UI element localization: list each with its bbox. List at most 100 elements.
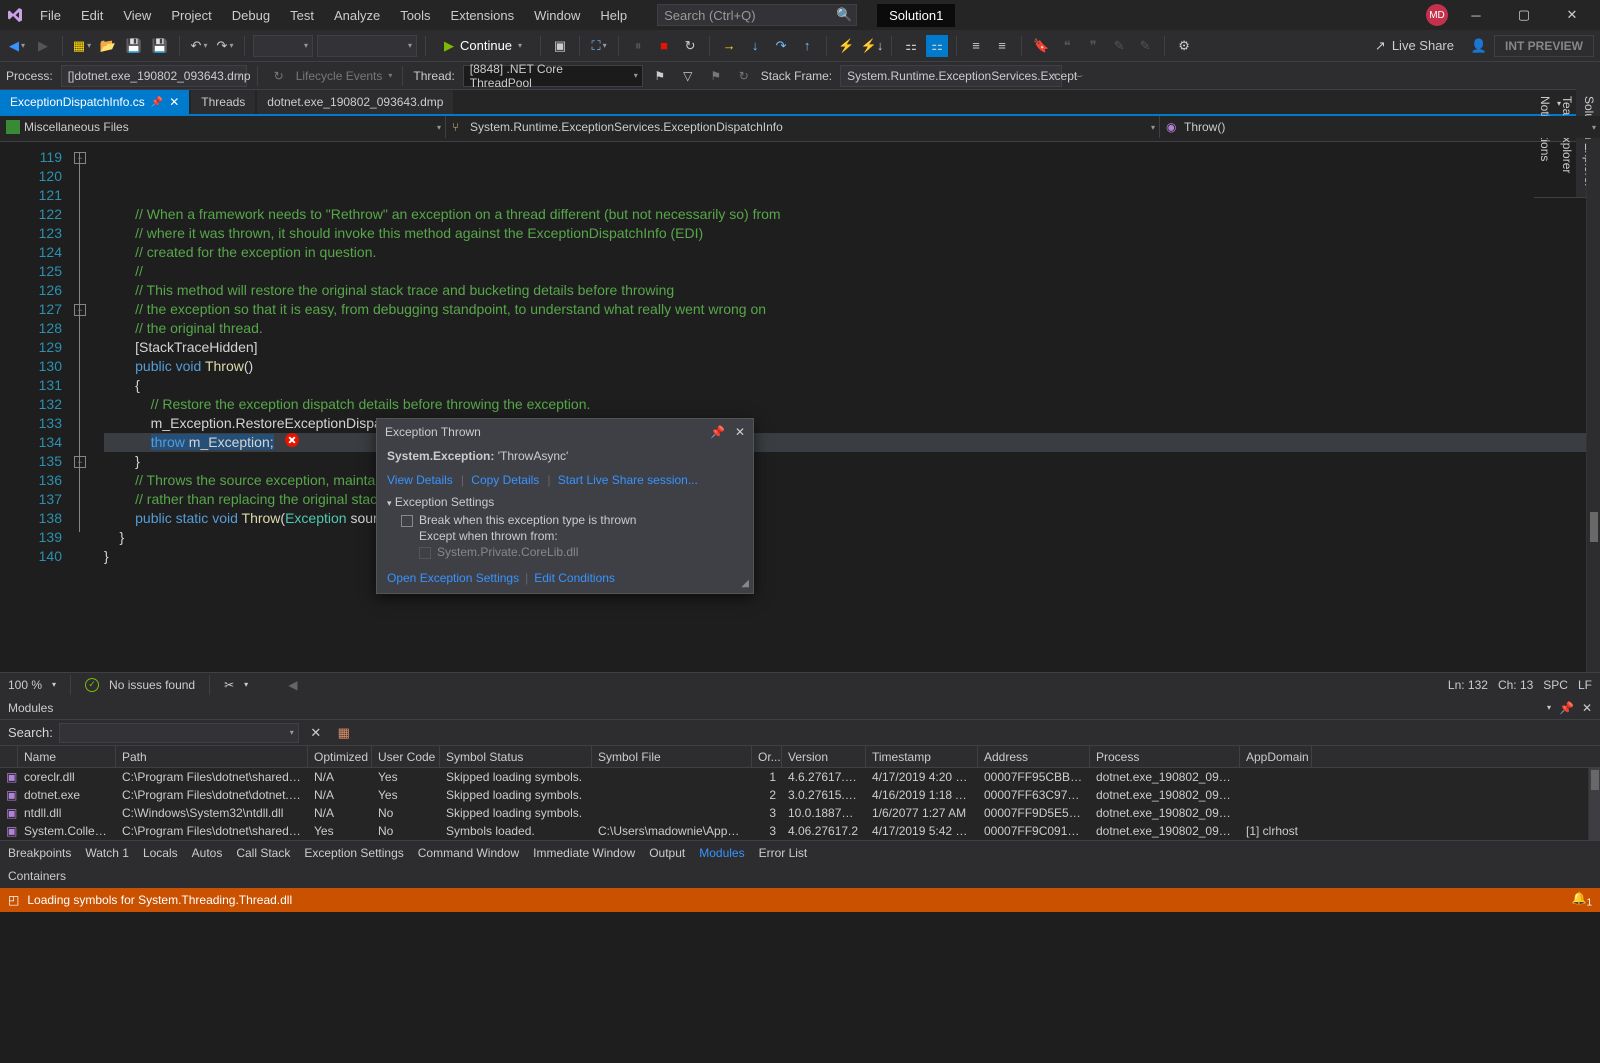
outline-collapse-icon[interactable]: − bbox=[74, 304, 86, 316]
bottom-tab-call-stack[interactable]: Call Stack bbox=[236, 846, 290, 860]
columns-button[interactable]: ▦ bbox=[333, 722, 355, 744]
code-editor[interactable]: 1191201211221231241251261271281291301311… bbox=[0, 142, 1600, 672]
scrollbar-thumb[interactable] bbox=[1590, 512, 1598, 542]
indent-button[interactable]: ≡ bbox=[991, 35, 1013, 57]
liveshare-button[interactable]: ↗ Live Share bbox=[1365, 38, 1464, 54]
uncomment-button[interactable]: ❞ bbox=[1082, 35, 1104, 57]
feedback-button[interactable]: 👤 bbox=[1468, 35, 1490, 57]
modules-columns[interactable]: Name Path Optimized User Code Symbol Sta… bbox=[0, 746, 1600, 768]
doctab-exceptiondispatchinfo[interactable]: ExceptionDispatchInfo.cs 📌 ✕ bbox=[0, 90, 189, 114]
bottom-tab-locals[interactable]: Locals bbox=[143, 846, 178, 860]
menu-view[interactable]: View bbox=[113, 2, 161, 29]
minimize-button[interactable]: ─ bbox=[1456, 0, 1496, 30]
config-combo[interactable] bbox=[253, 35, 313, 57]
step-out-button[interactable]: ↑ bbox=[796, 35, 818, 57]
redo-button[interactable]: ↷ bbox=[214, 35, 236, 57]
module-row[interactable]: ▣ntdll.dllC:\Windows\System32\ntdll.dllN… bbox=[0, 804, 1588, 822]
module-row[interactable]: ▣coreclr.dllC:\Program Files\dotnet\shar… bbox=[0, 768, 1588, 786]
intellitrace-events-button[interactable]: ⚡ bbox=[835, 35, 857, 57]
toolbox-icon[interactable]: ⚙ bbox=[1173, 35, 1195, 57]
bottom-tab-exception-settings[interactable]: Exception Settings bbox=[304, 846, 403, 860]
menu-project[interactable]: Project bbox=[161, 2, 221, 29]
bottom-tab-error-list[interactable]: Error List bbox=[759, 846, 808, 860]
thread-thaw-button[interactable]: ↻ bbox=[733, 65, 755, 87]
menu-extensions[interactable]: Extensions bbox=[441, 2, 525, 29]
vertical-scrollbar[interactable] bbox=[1586, 142, 1600, 672]
bottom-tab-autos[interactable]: Autos bbox=[192, 846, 223, 860]
platform-combo[interactable] bbox=[317, 35, 417, 57]
lifecycle-icon[interactable]: ↻ bbox=[268, 65, 290, 87]
close-icon[interactable]: ✕ bbox=[1582, 701, 1592, 715]
modules-scrollbar[interactable] bbox=[1588, 768, 1600, 840]
module-row[interactable]: ▣dotnet.exeC:\Program Files\dotnet\dotne… bbox=[0, 786, 1588, 804]
format-sel-button[interactable]: ✎ bbox=[1134, 35, 1156, 57]
menu-test[interactable]: Test bbox=[280, 2, 324, 29]
new-project-button[interactable]: ▦ bbox=[71, 35, 93, 57]
menu-debug[interactable]: Debug bbox=[222, 2, 280, 29]
open-exception-settings-link[interactable]: Open Exception Settings bbox=[387, 571, 519, 585]
show-next-statement-button[interactable]: → bbox=[718, 35, 740, 57]
code-content[interactable]: ➤ // When a framework needs to "Rethrow"… bbox=[104, 142, 1586, 672]
thread-combo[interactable]: [8848] .NET Core ThreadPool bbox=[463, 65, 643, 87]
screenshot-button[interactable]: ⛶ bbox=[588, 35, 610, 57]
outline-collapse-icon[interactable]: − bbox=[74, 456, 86, 468]
nav-forward-button[interactable]: ▶ bbox=[32, 35, 54, 57]
window-position-icon[interactable]: ▾ bbox=[1547, 703, 1551, 712]
int-preview-button[interactable]: INT PREVIEW bbox=[1494, 35, 1594, 57]
lineending-indicator[interactable]: LF bbox=[1578, 678, 1592, 692]
thread-filter-button[interactable]: ⚑ bbox=[649, 65, 671, 87]
break-checkbox[interactable] bbox=[401, 515, 413, 527]
hscroll-left-icon[interactable]: ◀ bbox=[288, 678, 297, 692]
bottom-tab-command-window[interactable]: Command Window bbox=[418, 846, 519, 860]
intellitrace-calls-button[interactable]: ⚡↓ bbox=[861, 35, 883, 57]
menu-window[interactable]: Window bbox=[524, 2, 590, 29]
bottom-tab-watch-1[interactable]: Watch 1 bbox=[85, 846, 129, 860]
thread-freeze-button[interactable]: ⚑ bbox=[705, 65, 727, 87]
pin-icon[interactable]: 📌 bbox=[1559, 701, 1574, 715]
bookmark-button[interactable]: 🔖 bbox=[1030, 35, 1052, 57]
step-into-button[interactable]: ↓ bbox=[744, 35, 766, 57]
pin-icon[interactable]: 📌 bbox=[151, 97, 163, 108]
copy-details-link[interactable]: Copy Details bbox=[471, 473, 539, 487]
continue-button[interactable]: ▶ Continue ▾ bbox=[434, 36, 532, 56]
close-button[interactable]: ✕ bbox=[1552, 0, 1592, 30]
zoom-level[interactable]: 100 % bbox=[8, 678, 42, 692]
bottom-tab-breakpoints[interactable]: Breakpoints bbox=[8, 846, 71, 860]
outline-collapse-icon[interactable]: − bbox=[74, 152, 86, 164]
bottom-tab-output[interactable]: Output bbox=[649, 846, 685, 860]
search-input[interactable]: Search (Ctrl+Q) 🔍 bbox=[657, 4, 857, 26]
modules-search-input[interactable] bbox=[59, 723, 299, 743]
outlining-margin[interactable]: − − − bbox=[70, 142, 104, 672]
format-doc-button[interactable]: ✎ bbox=[1108, 35, 1130, 57]
line-indicator[interactable]: Ln: 132 bbox=[1448, 678, 1488, 692]
menu-tools[interactable]: Tools bbox=[390, 2, 440, 29]
solution-name[interactable]: Solution1 bbox=[877, 4, 955, 27]
project-combo[interactable]: Miscellaneous Files bbox=[0, 116, 446, 138]
close-icon[interactable]: ✕ bbox=[735, 425, 745, 439]
pin-icon[interactable]: 📌 bbox=[710, 425, 725, 439]
member-combo[interactable]: ◉ Throw() bbox=[1160, 116, 1600, 138]
notifications-icon[interactable]: 🔔1 bbox=[1571, 891, 1592, 908]
save-all-button[interactable]: 💾 bbox=[149, 35, 171, 57]
menu-analyze[interactable]: Analyze bbox=[324, 2, 390, 29]
stackframe-combo[interactable]: System.Runtime.ExceptionServices.Except bbox=[840, 65, 1062, 87]
open-button[interactable]: 📂 bbox=[97, 35, 119, 57]
bottom-tab-immediate-window[interactable]: Immediate Window bbox=[533, 846, 635, 860]
spaces-indicator[interactable]: SPC bbox=[1543, 678, 1568, 692]
menu-edit[interactable]: Edit bbox=[71, 2, 113, 29]
expander-icon[interactable]: ▾ bbox=[387, 498, 392, 508]
process-combo[interactable]: [] dotnet.exe_190802_093643.dmp bbox=[61, 65, 247, 87]
clear-search-button[interactable]: ✕ bbox=[305, 722, 327, 744]
char-indicator[interactable]: Ch: 13 bbox=[1498, 678, 1533, 692]
menu-file[interactable]: File bbox=[30, 2, 71, 29]
step-over-button[interactable]: ↷ bbox=[770, 35, 792, 57]
doctab-dump[interactable]: dotnet.exe_190802_093643.dmp bbox=[257, 90, 453, 114]
start-liveshare-link[interactable]: Start Live Share session... bbox=[558, 473, 698, 487]
maximize-button[interactable]: ▢ bbox=[1504, 0, 1544, 30]
debug-target-button[interactable]: ▣ bbox=[549, 35, 571, 57]
scissors-icon[interactable]: ✂ bbox=[224, 678, 234, 692]
view-details-link[interactable]: View Details bbox=[387, 473, 453, 487]
doctab-threads[interactable]: Threads bbox=[191, 90, 255, 114]
resize-grip-icon[interactable]: ◢ bbox=[741, 578, 749, 589]
user-badge[interactable]: MD bbox=[1426, 4, 1448, 26]
